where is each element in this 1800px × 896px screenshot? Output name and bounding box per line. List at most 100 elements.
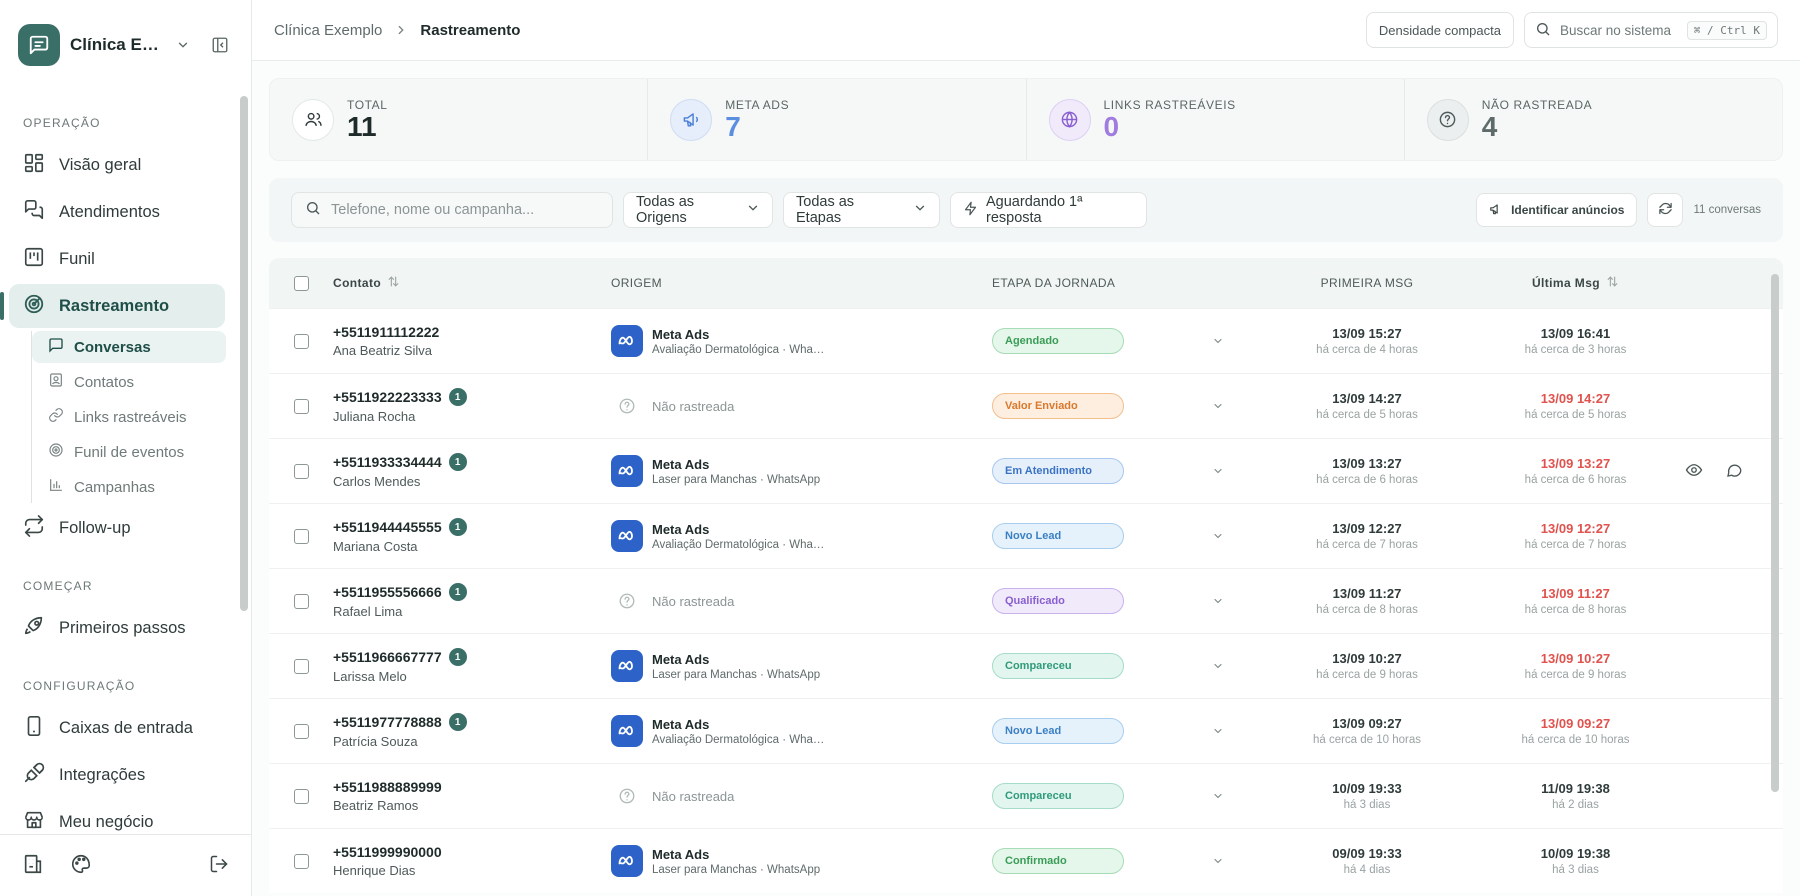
awaiting-reply-filter[interactable]: Aguardando 1ª resposta <box>950 192 1147 228</box>
subnav-campanhas[interactable]: Campanhas <box>32 471 226 503</box>
chevron-down-icon[interactable] <box>1212 595 1224 607</box>
chevron-down-icon[interactable] <box>1212 660 1224 672</box>
stage-pill[interactable]: Agendado <box>992 328 1124 354</box>
chevron-down-icon[interactable] <box>1212 530 1224 542</box>
chevron-down-icon[interactable] <box>1212 335 1224 347</box>
stage-pill[interactable]: Compareceu <box>992 653 1124 679</box>
identify-ads-button[interactable]: Identificar anúncios <box>1476 193 1638 227</box>
table-row[interactable]: +5511955556666 1 Rafael Lima Não rastreada Q… <box>269 568 1783 633</box>
chevron-down-icon[interactable] <box>1212 465 1224 477</box>
nav-follow-up[interactable]: Follow-up <box>9 506 225 550</box>
first-msg-relative: há cerca de 8 horas <box>1316 604 1418 616</box>
org-name[interactable]: Clínica Exemplo <box>70 35 166 55</box>
subnav-links[interactable]: Links rastreáveis <box>32 401 226 433</box>
conversation-search-input[interactable]: Telefone, nome ou campanha... <box>291 192 613 228</box>
row-checkbox[interactable] <box>293 333 309 349</box>
subnav-conversas[interactable]: Conversas <box>32 331 226 363</box>
sidebar-nav: OPERAÇÃO Visão geral Atendimentos Funil … <box>0 90 251 834</box>
row-checkbox[interactable] <box>293 723 309 739</box>
sidebar-scrollbar[interactable] <box>240 96 248 611</box>
contact-phone[interactable]: +5511988889999 <box>333 779 442 795</box>
contact-phone[interactable]: +5511933334444 <box>333 454 442 470</box>
nav-caixas-entrada[interactable]: Caixas de entrada <box>9 706 225 750</box>
stage-pill[interactable]: Confirmado <box>992 848 1124 874</box>
subnav-funil-eventos[interactable]: Funil de eventos <box>32 436 226 468</box>
first-msg-date: 13/09 13:27 <box>1332 456 1402 471</box>
nav-funil[interactable]: Funil <box>9 237 225 281</box>
table-row[interactable]: +5511999990000 Henrique Dias Meta Ads Laser… <box>269 828 1783 893</box>
table-row[interactable]: +5511922223333 1 Juliana Rocha Não rastread… <box>269 373 1783 438</box>
subnav-contatos[interactable]: Contatos <box>32 366 226 398</box>
stage-pill[interactable]: Compareceu <box>992 783 1124 809</box>
refresh-button[interactable] <box>1647 193 1684 227</box>
contact-phone[interactable]: +5511977778888 <box>333 714 442 730</box>
contact-phone[interactable]: +5511999990000 <box>333 844 442 860</box>
table-row[interactable]: +5511933334444 1 Carlos Mendes Meta Ads Lase… <box>269 438 1783 503</box>
contact-phone[interactable]: +5511944445555 <box>333 519 442 535</box>
row-checkbox[interactable] <box>293 593 309 609</box>
row-checkbox[interactable] <box>293 853 309 869</box>
table-row[interactable]: +5511977778888 1 Patrícia Souza Meta Ads Ava… <box>269 698 1783 763</box>
stage-select[interactable]: Todas as Etapas <box>783 192 940 228</box>
nav-rastreamento[interactable]: Rastreamento <box>0 284 225 328</box>
density-toggle-button[interactable]: Densidade compacta <box>1365 12 1514 48</box>
bar-chart-icon <box>48 477 64 497</box>
subnav-label: Contatos <box>74 373 135 391</box>
sort-icon <box>1606 275 1619 291</box>
nav-primeiros-passos[interactable]: Primeiros passos <box>9 606 225 650</box>
stage-pill[interactable]: Valor Enviado <box>992 393 1124 419</box>
stage-pill[interactable]: Em Atendimento <box>992 458 1124 484</box>
row-checkbox[interactable] <box>293 463 309 479</box>
chevron-down-icon[interactable] <box>1212 790 1224 802</box>
column-header-ultima[interactable]: Última Msg <box>1532 275 1619 291</box>
chevron-down-icon[interactable] <box>1212 855 1224 867</box>
breadcrumb-root[interactable]: Clínica Exemplo <box>274 22 382 39</box>
last-msg-relative: há cerca de 8 horas <box>1524 604 1627 616</box>
select-all-checkbox[interactable] <box>293 275 309 291</box>
megaphone-icon <box>1489 202 1503 219</box>
subnav-label: Funil de eventos <box>74 443 185 461</box>
column-header-contato[interactable]: Contato <box>333 275 400 291</box>
table-row[interactable]: +5511944445555 1 Mariana Costa Meta Ads Aval… <box>269 503 1783 568</box>
topbar: Clínica Exemplo Rastreamento Densidade c… <box>252 0 1800 61</box>
row-checkbox[interactable] <box>293 528 309 544</box>
contact-phone[interactable]: +5511955556666 <box>333 584 442 600</box>
filters-bar: Telefone, nome ou campanha... Todas as O… <box>269 178 1783 242</box>
first-msg-date: 13/09 12:27 <box>1332 521 1402 536</box>
contact-phone[interactable]: +5511966667777 <box>333 649 442 665</box>
unread-badge: 1 <box>448 518 467 536</box>
nav-atendimentos[interactable]: Atendimentos <box>9 190 225 234</box>
table-row[interactable]: +5511966667777 1 Larissa Melo Meta Ads Laser… <box>269 633 1783 698</box>
nav-visao-geral[interactable]: Visão geral <box>9 143 225 187</box>
palette-icon[interactable] <box>70 853 92 878</box>
contact-phone[interactable]: +5511922223333 <box>333 389 442 405</box>
table-row[interactable]: +5511988889999 Beatriz Ramos Não rastreada… <box>269 763 1783 828</box>
meta-logo-icon <box>611 455 643 487</box>
rocket-icon <box>23 615 45 642</box>
stage-pill[interactable]: Novo Lead <box>992 523 1124 549</box>
app-logo-icon[interactable] <box>18 24 60 66</box>
stage-pill[interactable]: Novo Lead <box>992 718 1124 744</box>
table-row[interactable]: +5511911112222 Ana Beatriz Silva Meta Ads A… <box>269 308 1783 373</box>
nav-meu-negocio[interactable]: Meu negócio <box>9 800 225 834</box>
table-scrollbar[interactable] <box>1771 274 1779 792</box>
nav-integracoes[interactable]: Integrações <box>9 753 225 797</box>
row-checkbox[interactable] <box>293 788 309 804</box>
stage-pill[interactable]: Qualificado <box>992 588 1124 614</box>
row-checkbox[interactable] <box>293 658 309 674</box>
contact-name: Ana Beatriz Silva <box>333 343 432 358</box>
chevron-down-icon[interactable] <box>1212 725 1224 737</box>
message-circle-icon[interactable] <box>1725 461 1743 482</box>
logout-icon[interactable] <box>209 854 229 877</box>
global-search-input[interactable]: Buscar no sistema ⌘ / Ctrl K <box>1524 12 1778 48</box>
dashboard-icon <box>23 152 45 179</box>
first-msg-relative: há cerca de 10 horas <box>1312 734 1422 746</box>
row-checkbox[interactable] <box>293 398 309 414</box>
chevron-down-icon[interactable] <box>1212 400 1224 412</box>
chevron-down-icon[interactable] <box>176 38 190 52</box>
contact-phone[interactable]: +5511911112222 <box>333 324 439 340</box>
building-icon[interactable] <box>22 853 44 878</box>
collapse-sidebar-icon[interactable] <box>207 32 233 58</box>
eye-icon[interactable] <box>1685 461 1703 482</box>
origin-select[interactable]: Todas as Origens <box>623 192 773 228</box>
